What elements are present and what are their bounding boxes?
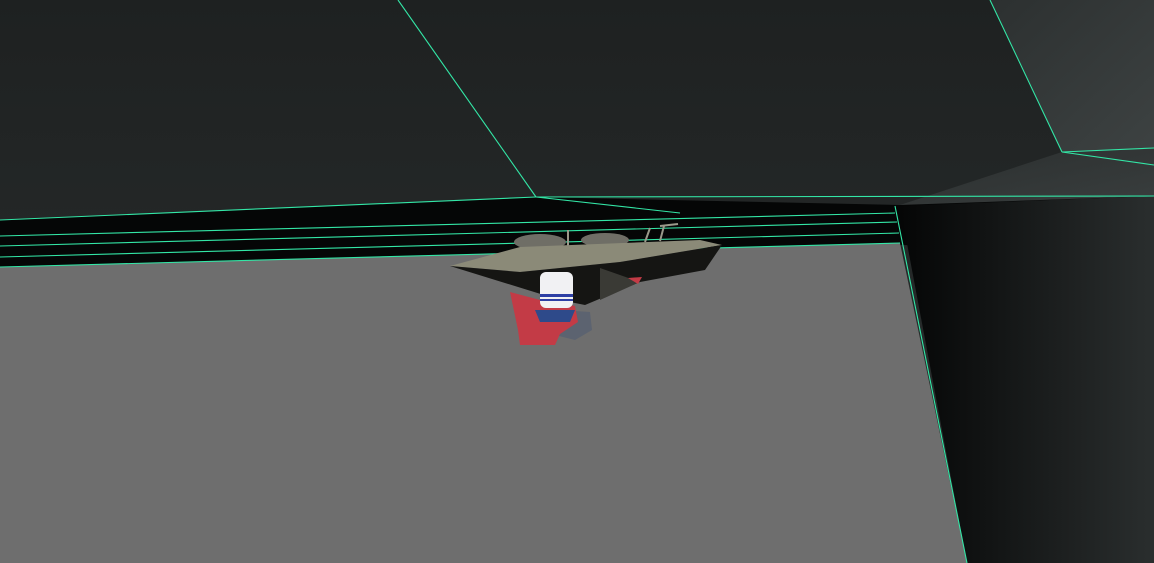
character-head <box>540 272 573 308</box>
floor-plane[interactable] <box>0 243 967 563</box>
character-head-stripe-1 <box>540 294 573 297</box>
character-head-stripe-2 <box>540 299 573 301</box>
scene-render[interactable] <box>0 0 1154 563</box>
character-collar <box>535 310 575 322</box>
game-viewport[interactable] <box>0 0 1154 563</box>
